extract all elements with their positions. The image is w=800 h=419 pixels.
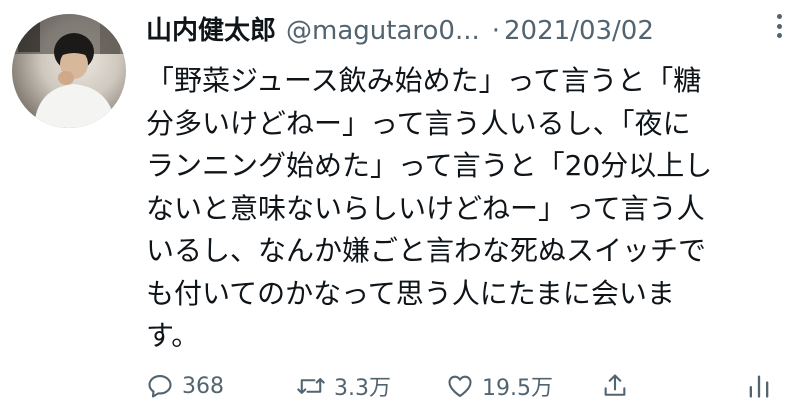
retweet-icon — [297, 378, 325, 394]
user-handle[interactable]: @magutaro0... — [286, 16, 480, 46]
heart-icon — [448, 375, 472, 397]
like-count: 19.5万 — [482, 376, 553, 401]
tweet-text: 「野菜ジュース飲み始めた」って言うと「糖 分多いけどねー」って言う人いるし、「夜… — [146, 60, 786, 358]
tweet-text-line: も付いてのかなって思う人にたまに会いま — [146, 276, 675, 310]
retweet-count: 3.3万 — [334, 376, 391, 401]
avatar-photo-icon — [12, 14, 126, 128]
reply-button[interactable]: 368 — [146, 372, 224, 400]
retweet-button[interactable]: 3.3万 — [296, 370, 391, 402]
tweet-card: 山内健太郎 @magutaro0... · 2021/03/02 「野菜ジュース… — [0, 0, 800, 419]
tweet-text-line: 「野菜ジュース飲み始めた」って言うと「糖 — [146, 64, 702, 97]
separator-dot: · — [491, 16, 501, 46]
tweet-header: 山内健太郎 @magutaro0... · 2021/03/02 — [146, 10, 796, 50]
share-icon — [604, 374, 626, 396]
tweet-text-line: いるし、なんか嫌ごと言わな死ぬスイッチで — [146, 234, 707, 267]
tweet-date[interactable]: 2021/03/02 — [504, 16, 654, 46]
like-button[interactable]: 19.5万 — [446, 370, 553, 402]
stats-icon — [749, 375, 769, 398]
more-options-icon[interactable] — [770, 14, 788, 38]
tweet-text-line: す。 — [146, 319, 200, 352]
action-bar: 368 3.3万 19.5万 — [146, 366, 796, 406]
avatar[interactable] — [12, 14, 126, 128]
stats-button[interactable] — [746, 372, 772, 400]
share-button[interactable] — [601, 372, 629, 400]
display-name[interactable]: 山内健太郎 — [146, 10, 276, 47]
tweet-text-line: 分多いけどねー」って言う人いるし、「夜に — [146, 106, 691, 140]
tweet-text-line: ないと意味ないらしいけどねー」って言う人 — [146, 191, 705, 225]
reply-icon — [148, 375, 172, 398]
reply-count: 368 — [182, 373, 224, 399]
tweet-text-line: ランニング始めた」って言うと「20分以上し — [146, 149, 713, 182]
